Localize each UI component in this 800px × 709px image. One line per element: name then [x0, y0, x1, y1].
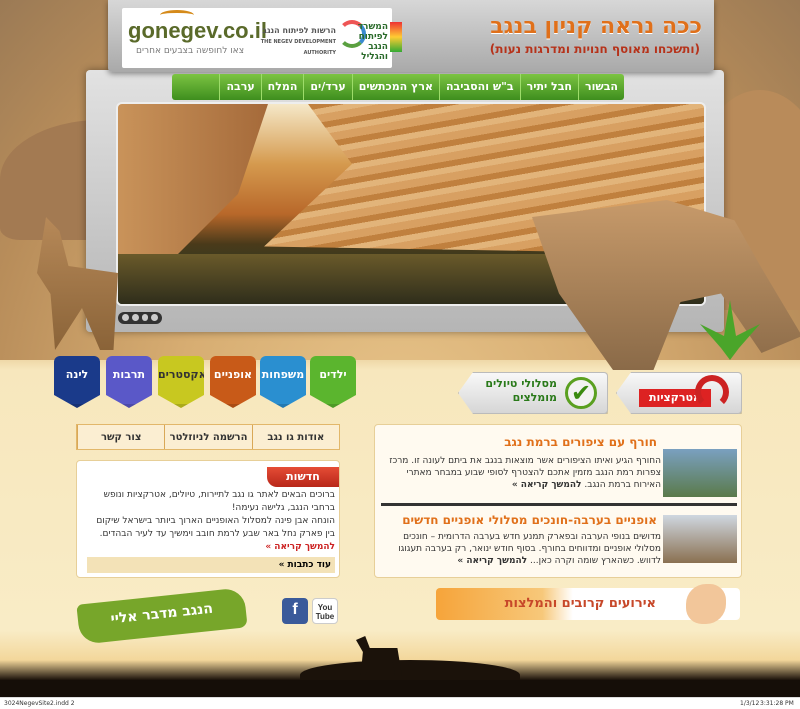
category-tab-families[interactable]: משפחות [260, 356, 306, 408]
facebook-icon[interactable]: f [282, 598, 308, 624]
event-title[interactable]: חורף עם ציפורים ברמת נגב [381, 435, 657, 449]
category-label: תרבות [112, 368, 146, 381]
event-text: מדושים בנופי הערבה ובפארק תמנע חדש בערבה… [381, 531, 661, 567]
news-text: ברוכים הבאים לאתר גו נגב לתיירות, טיולים… [87, 489, 335, 554]
nav-item-arava[interactable]: ערבה [219, 74, 260, 100]
ministry-logo[interactable]: המשרד לפיתוח הנגב והגליל [344, 22, 402, 62]
divider [381, 503, 737, 506]
event-text-body: מדושים בנופי הערבה ובפארק תמנע חדש בערבה… [398, 532, 661, 566]
magnet-icon [695, 375, 729, 409]
page: gonegev.co.il צאו לחופשה בצבעים אחרים הר… [0, 0, 800, 697]
youtube-icon[interactable]: You Tube [312, 598, 338, 624]
print-file: 3024NegevSite2.indd 2 [4, 700, 75, 707]
nav-item-beersheva[interactable]: ב"ש והסביבה [438, 74, 520, 100]
thumbs-up-icon [686, 584, 726, 624]
page-title: ככה נראה קניון בנגב [490, 14, 702, 39]
category-tab-lodging[interactable]: לינה [54, 356, 100, 408]
news-box: חדשות ברוכים הבאים לאתר גו נגב לתיירות, … [76, 460, 340, 578]
ministry-flag-icon [390, 22, 402, 52]
about-link[interactable]: אודות גו נגב [251, 425, 339, 449]
attractions-banner[interactable]: אטרקציות [616, 372, 742, 414]
negev-authority-logo[interactable]: הרשות לפיתוח הנגב THE NEGEV DEVELOPMENT … [260, 20, 366, 58]
category-tab-bikes[interactable]: אופניים [210, 356, 256, 408]
event-thumbnail-bikes [663, 515, 737, 563]
slider-dot[interactable] [122, 314, 129, 321]
canyon-cliff-left [118, 104, 268, 254]
ministry-name: המשרד לפיתוח הנגב והגליל [357, 22, 388, 62]
category-label: אקסטרים [158, 368, 207, 381]
news-read-more[interactable]: להמשך קריאה » [265, 542, 335, 552]
logo-area: gonegev.co.il צאו לחופשה בצבעים אחרים הר… [122, 8, 402, 68]
routes-banner[interactable]: מסלולי טיולים מומלצים ✔ [458, 372, 608, 414]
event-read-more[interactable]: להמשך קריאה » [457, 556, 527, 566]
nav-item-dead-sea[interactable]: המלח [260, 74, 304, 100]
category-tab-kids[interactable]: ילדים [310, 356, 356, 408]
category-label: אופניים [213, 368, 253, 381]
events-link-bar[interactable]: אירועים קרובים והמלצות [436, 584, 740, 624]
page-subtitle: (ותשכחו מאוסף חנויות ומדרגות נעות) [489, 42, 700, 56]
nav-item-habsor[interactable]: הבשור [577, 74, 624, 100]
newsletter-link[interactable]: הרשמה לניוזלטר [164, 425, 251, 449]
event-text: החורף הגיע ואיתו הציפורים אשר מוצאות בנג… [381, 455, 661, 491]
print-info-bar: 3024NegevSite2.indd 2 1/3/12 3:31:28 PM [0, 697, 800, 709]
news-text-1: ברוכים הבאים לאתר גו נגב לתיירות, טיולים… [103, 490, 335, 513]
about-bar: אודות גו נגב הרשמה לניוזלטר צור קשר [76, 424, 340, 450]
slider-dot[interactable] [141, 314, 149, 321]
authority-name: הרשות לפיתוח הנגב [262, 26, 336, 35]
brand-tagline: צאו לחופשה בצבעים אחרים [136, 46, 245, 56]
category-label: לינה [65, 368, 89, 381]
brand-logo[interactable]: gonegev.co.il [128, 18, 267, 44]
nav-item-arad[interactable]: ערד/ים [303, 74, 351, 100]
print-date: 1/3/12 [740, 700, 760, 707]
checkmark-icon: ✔ [565, 377, 597, 409]
print-time: 3:31:28 PM [760, 700, 794, 707]
events-box: חורף עם ציפורים ברמת נגב החורף הגיע ואית… [374, 424, 742, 578]
event-read-more[interactable]: להמשך קריאה » [512, 480, 582, 490]
news-tab[interactable]: חדשות [267, 467, 339, 487]
nav-item-craters[interactable]: ארץ המכתשים [351, 74, 439, 100]
contact-link[interactable]: צור קשר [77, 425, 164, 449]
event-thumbnail-bird [663, 449, 737, 497]
news-text-2: הונחה אבן פינה למסלול האופניים הארוך ביו… [96, 516, 335, 539]
slider-dot[interactable] [131, 314, 139, 321]
slider-dot[interactable] [151, 314, 158, 321]
footer [0, 680, 800, 697]
events-footer-title: אירועים קרובים והמלצות [504, 596, 656, 611]
more-articles-link[interactable]: עוד כתבות » [87, 557, 335, 573]
region-nav: הבשור חבל יתיר ב"ש והסביבה ארץ המכתשים ע… [172, 74, 624, 100]
event-item: חורף עם ציפורים ברמת נגב החורף הגיע ואית… [381, 435, 737, 501]
category-tab-culture[interactable]: תרבות [106, 356, 152, 408]
category-label: ילדים [319, 368, 347, 381]
slogan-badge: הנגב מדבר אליי [76, 587, 248, 645]
authority-name-en: THE NEGEV DEVELOPMENT AUTHORITY [260, 39, 336, 56]
routes-label: מסלולי טיולים מומלצים [485, 377, 557, 404]
category-label: משפחות [261, 368, 305, 381]
slider-dots[interactable] [118, 312, 162, 324]
event-item: אופניים בערבה-חונכים מסלולי אופניים חדשי… [381, 513, 737, 575]
event-title[interactable]: אופניים בערבה-חונכים מסלולי אופניים חדשי… [381, 513, 657, 527]
category-tab-extreme[interactable]: אקסטרים [158, 356, 204, 408]
nav-item-yatir[interactable]: חבל יתיר [519, 74, 578, 100]
